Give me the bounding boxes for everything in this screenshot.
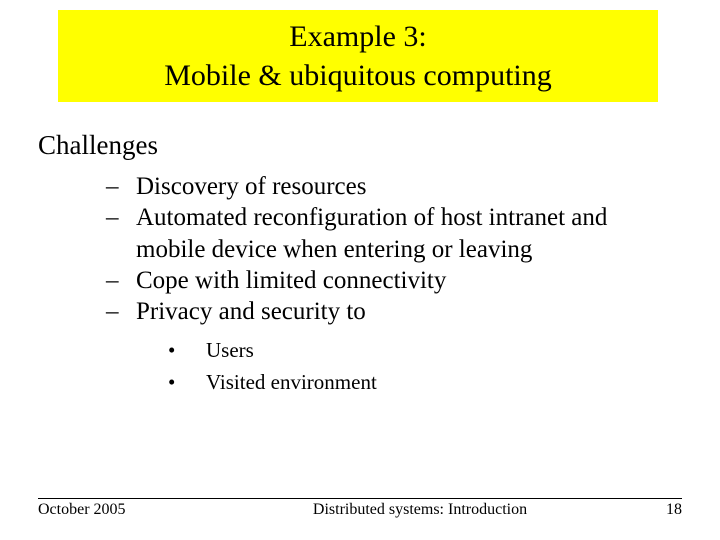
footer-date: October 2005 <box>38 501 238 519</box>
list-item: • Visited environment <box>168 367 682 399</box>
bullet-icon: • <box>168 335 206 367</box>
list-item: – Automated reconfiguration of host intr… <box>106 202 682 265</box>
footer-title: Distributed systems: Introduction <box>238 501 562 519</box>
bullet-text: Automated reconfiguration of host intran… <box>136 202 682 265</box>
bullet-text: Cope with limited connectivity <box>136 265 682 296</box>
slide-footer: October 2005 Distributed systems: Introd… <box>38 498 682 519</box>
list-item: – Cope with limited connectivity <box>106 265 682 296</box>
section-heading: Challenges <box>38 130 682 161</box>
sub-bullet-text: Users <box>206 335 254 367</box>
slide-title: Example 3: Mobile & ubiquitous computing <box>58 10 658 102</box>
title-line-2: Mobile & ubiquitous computing <box>164 56 552 95</box>
bullet-icon: • <box>168 367 206 399</box>
list-item: – Discovery of resources <box>106 171 682 202</box>
bullet-text: Discovery of resources <box>136 171 682 202</box>
footer-page-number: 18 <box>562 501 682 519</box>
dash-icon: – <box>106 265 136 296</box>
sub-bullet-text: Visited environment <box>206 367 377 399</box>
sub-bullet-list: • Users • Visited environment <box>38 335 682 398</box>
dash-icon: – <box>106 171 136 202</box>
bullet-list: – Discovery of resources – Automated rec… <box>38 171 682 327</box>
bullet-text: Privacy and security to <box>136 296 682 327</box>
dash-icon: – <box>106 202 136 265</box>
list-item: – Privacy and security to <box>106 296 682 327</box>
dash-icon: – <box>106 296 136 327</box>
list-item: • Users <box>168 335 682 367</box>
slide: Example 3: Mobile & ubiquitous computing… <box>0 0 720 540</box>
title-line-1: Example 3: <box>289 17 426 56</box>
content-area: Challenges – Discovery of resources – Au… <box>38 130 682 398</box>
